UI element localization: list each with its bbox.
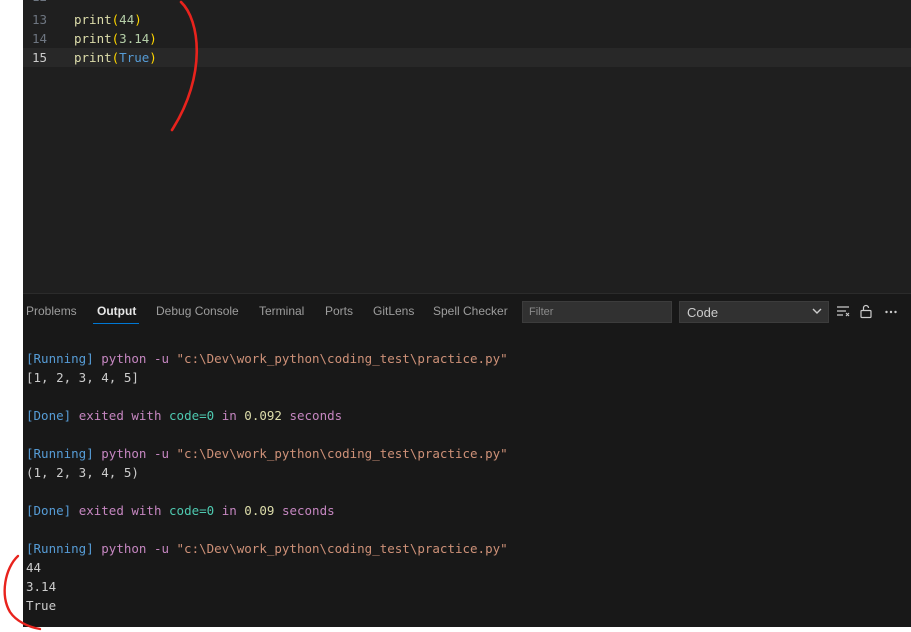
output-channel-select[interactable]: Code <box>679 301 829 323</box>
code-line[interactable]: 12 <box>23 0 911 6</box>
output-line: 44 <box>26 560 42 575</box>
bottom-panel: Problems Output Debug Console Terminal P… <box>23 293 911 627</box>
output-log[interactable]: [Running] python -u "c:\Dev\work_python\… <box>26 349 508 615</box>
tab-ports[interactable]: Ports <box>325 304 353 318</box>
active-tab-indicator <box>93 323 139 324</box>
function-name: print <box>74 12 112 27</box>
output-line: [Running] python -u "c:\Dev\work_python\… <box>26 446 508 461</box>
argument: True <box>119 50 150 65</box>
code-text[interactable]: print(44) <box>74 10 142 29</box>
output-line: [Running] python -u "c:\Dev\work_python\… <box>26 351 508 366</box>
tab-output[interactable]: Output <box>97 304 136 318</box>
output-channel-value: Code <box>687 305 719 320</box>
output-line: [Done] exited with code=0 in 0.09 second… <box>26 503 335 518</box>
code-editor[interactable]: 12 13 print(44) 14 print(3.14) 15 print(… <box>23 0 911 293</box>
output-line: True <box>26 598 57 613</box>
tab-gitlens[interactable]: GitLens <box>373 304 414 318</box>
panel-tabs: Problems Output Debug Console Terminal P… <box>23 294 911 330</box>
unlock-icon[interactable] <box>858 303 874 319</box>
filter-input[interactable]: Filter <box>522 301 672 323</box>
tab-debug-console[interactable]: Debug Console <box>156 304 239 318</box>
output-line: 3.14 <box>26 579 57 594</box>
code-line[interactable]: 14 print(3.14) <box>23 29 911 48</box>
tab-terminal[interactable]: Terminal <box>259 304 304 318</box>
code-line[interactable]: 13 print(44) <box>23 10 911 29</box>
function-name: print <box>74 31 112 46</box>
tab-spell-checker[interactable]: Spell Checker <box>433 304 508 318</box>
output-line: [Running] python -u "c:\Dev\work_python\… <box>26 541 508 556</box>
more-icon[interactable] <box>883 303 899 319</box>
code-text[interactable]: print(True) <box>74 48 157 67</box>
argument: 3.14 <box>119 31 150 46</box>
argument: 44 <box>119 12 135 27</box>
code-text[interactable]: print(3.14) <box>74 29 157 48</box>
line-number: 12 <box>23 0 47 6</box>
line-number: 13 <box>31 12 47 27</box>
function-name: print <box>74 50 112 65</box>
line-number: 15 <box>31 50 47 65</box>
output-line: [Done] exited with code=0 in 0.092 secon… <box>26 408 343 423</box>
output-line: [1, 2, 3, 4, 5] <box>26 370 139 385</box>
list-filter-icon[interactable] <box>835 303 851 319</box>
tab-problems[interactable]: Problems <box>26 304 77 318</box>
chevron-down-icon <box>812 308 822 314</box>
line-number: 14 <box>31 31 47 46</box>
code-line-current[interactable]: 15 print(True) <box>23 48 911 67</box>
output-line: (1, 2, 3, 4, 5) <box>26 465 139 480</box>
